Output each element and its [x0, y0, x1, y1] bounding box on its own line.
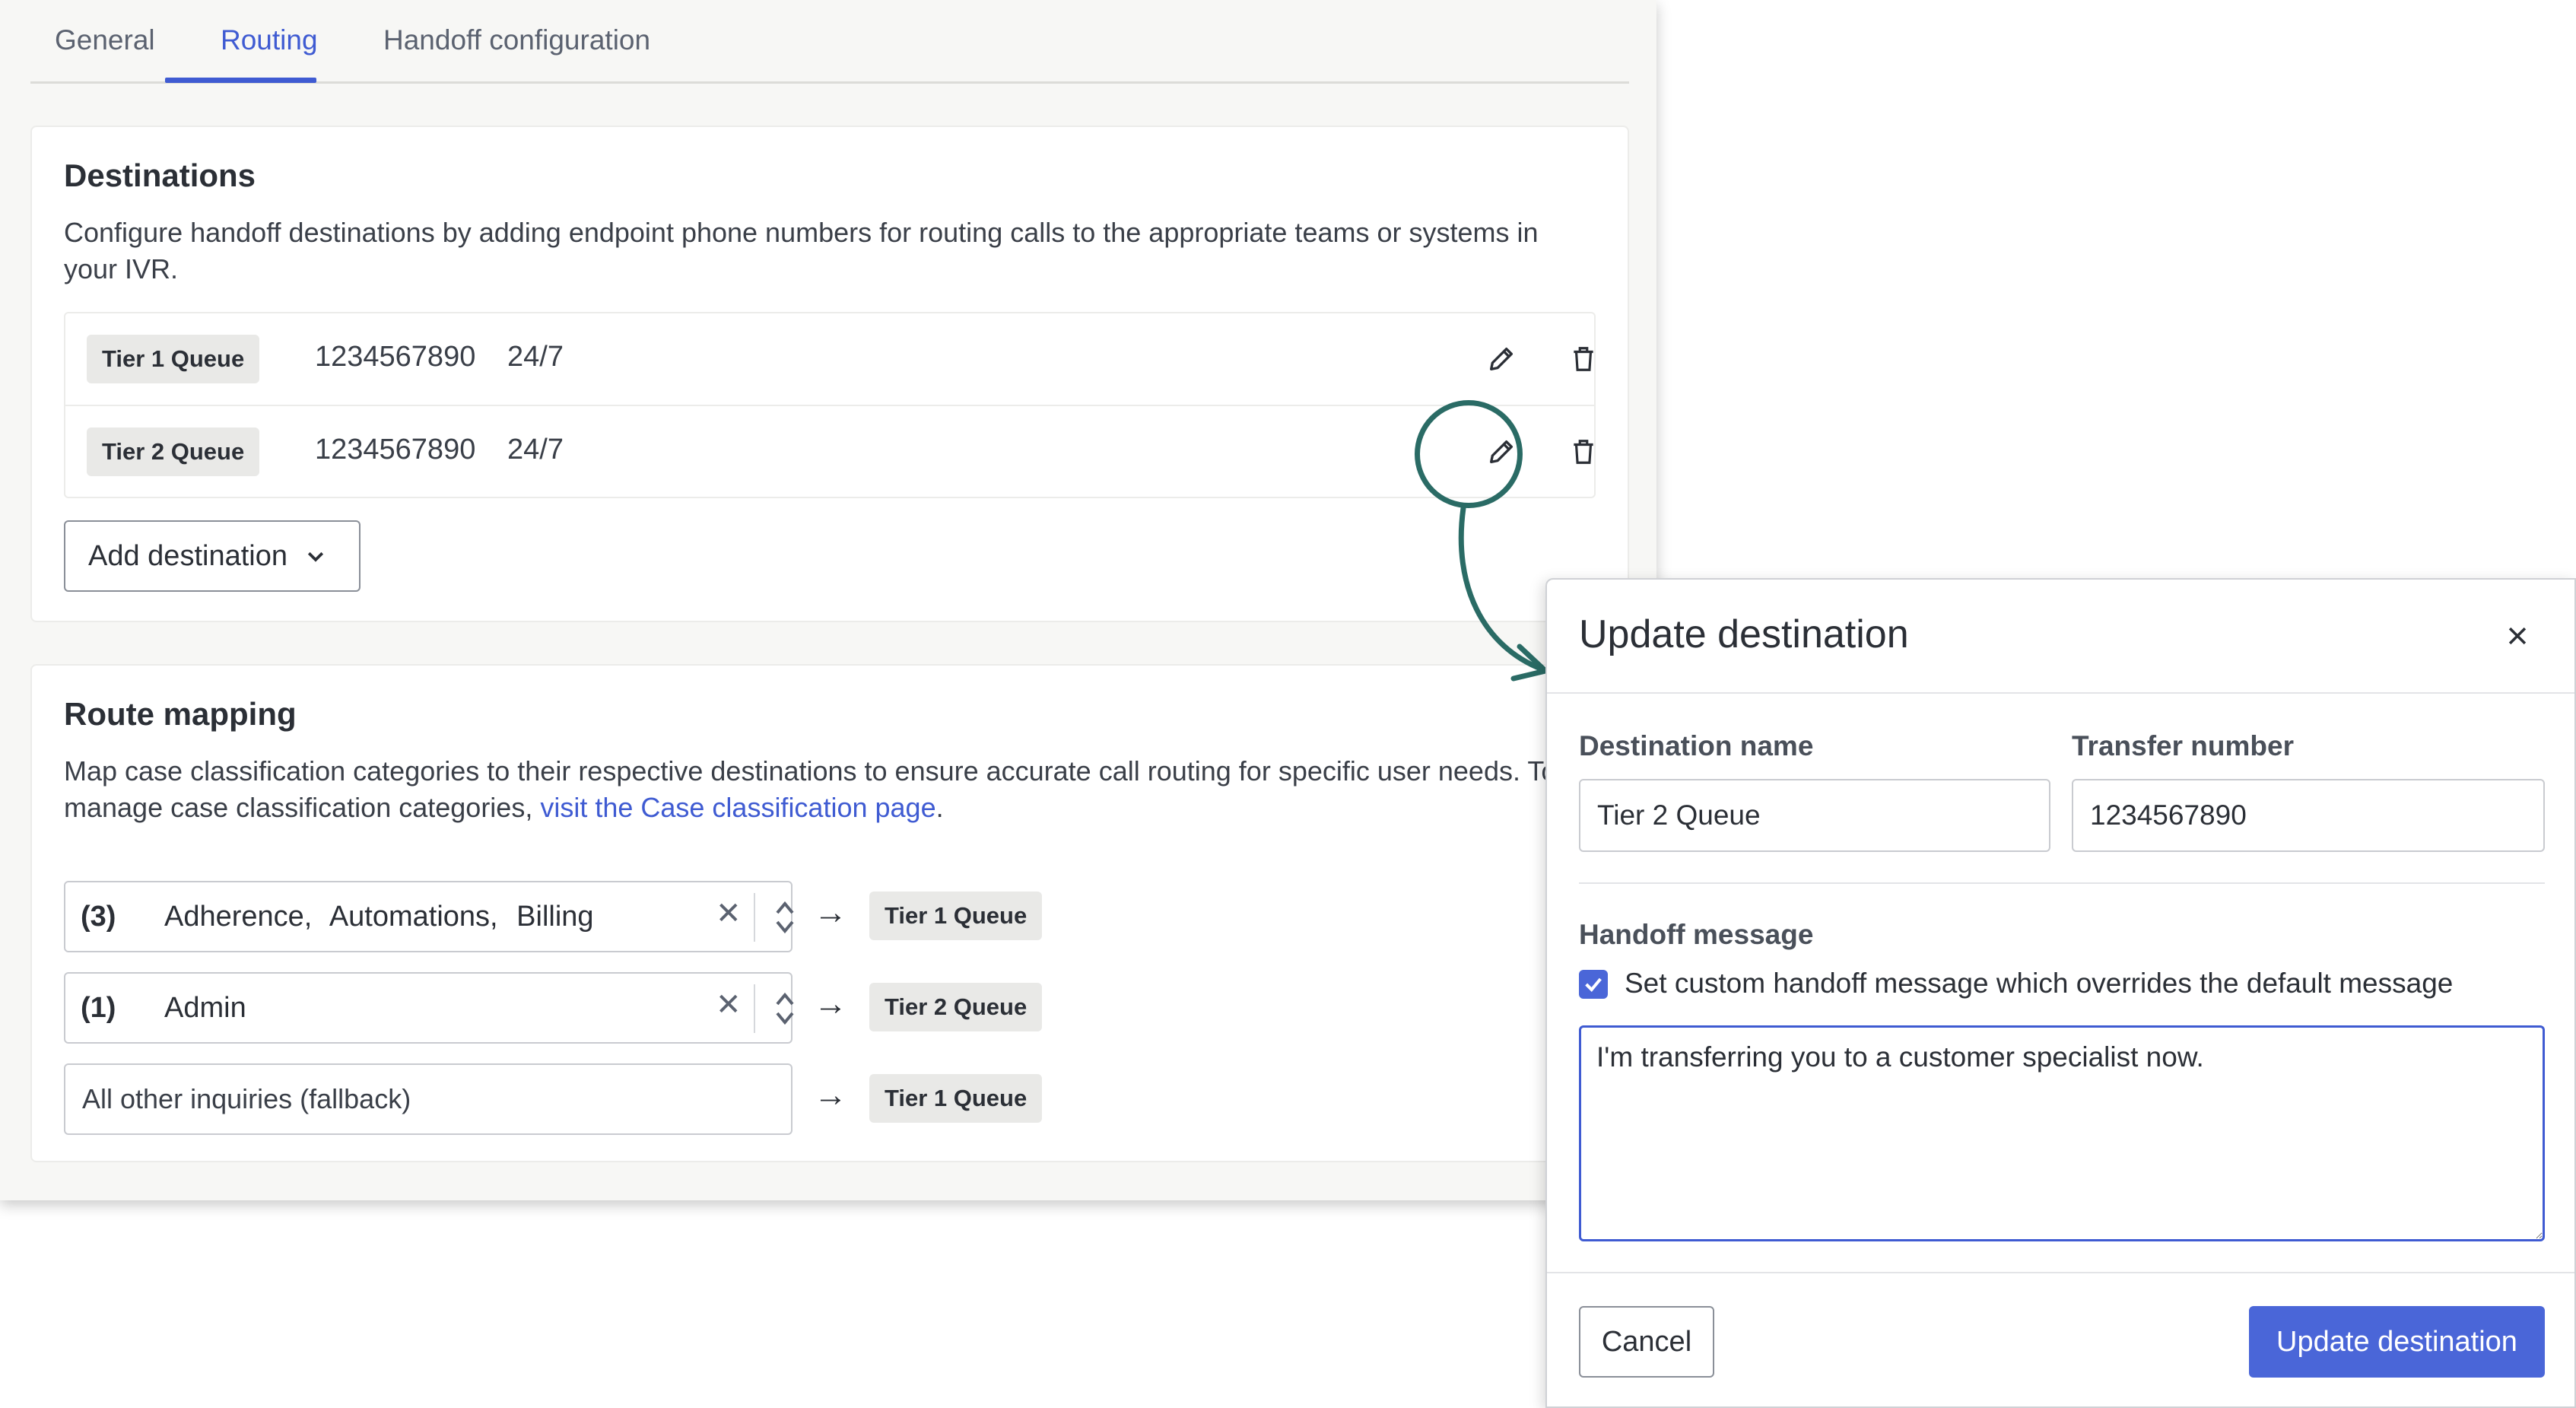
selected-categories: Admin	[164, 992, 246, 1024]
destination-hours: 24/7	[507, 434, 564, 466]
arrow-right-icon: →	[814, 1076, 847, 1114]
update-destination-button[interactable]: Update destination	[2249, 1306, 2545, 1378]
category-multiselect[interactable]: (1) Admin ✕	[64, 972, 794, 1044]
arrow-right-icon: →	[814, 894, 847, 931]
custom-message-checkbox[interactable]	[1579, 970, 1608, 999]
destination-number: 1234567890	[315, 341, 476, 373]
delete-destination-button[interactable]	[1561, 429, 1606, 475]
destination-name-input[interactable]	[1579, 779, 2050, 852]
tab-bar: General Routing Handoff configuration	[30, 0, 1629, 84]
destinations-card: Destinations Configure handoff destinati…	[30, 126, 1629, 622]
destination-name-tag: Tier 2 Queue	[87, 427, 260, 476]
chevron-up-down-icon[interactable]	[774, 987, 796, 1034]
trash-icon	[1574, 440, 1593, 464]
trash-icon	[1574, 347, 1593, 371]
mapped-destination-tag: Tier 2 Queue	[869, 983, 1043, 1031]
fallback-field: All other inquiries (fallback)	[64, 1063, 792, 1135]
handoff-message-textarea[interactable]: I'm transferring you to a customer speci…	[1579, 1025, 2545, 1241]
destination-list: Tier 1 Queue 1234567890 24/7 Tier 2 Queu…	[64, 312, 1596, 498]
cancel-button[interactable]: Cancel	[1579, 1306, 1714, 1378]
chevron-down-icon	[307, 551, 324, 562]
arrow-right-icon: →	[814, 985, 847, 1022]
route-mapping-description: Map case classification categories to th…	[64, 755, 1557, 823]
routing-settings-panel: General Routing Handoff configuration De…	[0, 0, 1656, 1200]
add-destination-button[interactable]: Add destination	[64, 520, 361, 592]
route-mapping-card: Route mapping Map case classification ca…	[30, 664, 1629, 1162]
destination-hours: 24/7	[507, 341, 564, 373]
mapped-destination-tag: Tier 1 Queue	[869, 892, 1043, 940]
handoff-message-label: Handoff message	[1579, 919, 1814, 950]
delete-destination-button[interactable]	[1561, 336, 1606, 382]
destination-row: Tier 2 Queue 1234567890 24/7	[65, 406, 1594, 499]
add-destination-label: Add destination	[88, 539, 287, 572]
destination-name-label: Destination name	[1579, 730, 1814, 761]
destination-row: Tier 1 Queue 1234567890 24/7	[65, 313, 1594, 406]
selected-categories: Adherence, Automations, Billing	[164, 901, 594, 933]
destinations-title: Destinations	[64, 157, 256, 193]
active-tab-indicator	[165, 78, 316, 83]
category-multiselect[interactable]: (3) Adherence, Automations, Billing ✕	[64, 881, 794, 952]
clear-icon[interactable]: ✕	[716, 987, 742, 1022]
divider	[754, 893, 755, 942]
pencil-icon	[1490, 348, 1513, 370]
edit-destination-button[interactable]	[1479, 336, 1524, 382]
update-destination-dialog: Update destination Destination name Tran…	[1545, 578, 2576, 1408]
divider	[754, 984, 755, 1033]
clear-icon[interactable]: ✕	[716, 896, 742, 931]
divider	[1547, 1272, 2574, 1273]
close-icon[interactable]	[2496, 615, 2539, 657]
divider	[1579, 882, 2545, 884]
checkmark-icon	[1585, 977, 1602, 993]
destination-name-tag: Tier 1 Queue	[87, 335, 260, 383]
chevron-up-down-icon[interactable]	[774, 896, 796, 942]
route-mapping-title: Route mapping	[64, 696, 297, 732]
tab-general[interactable]: General	[55, 24, 155, 56]
highlight-ring	[1415, 400, 1523, 508]
dialog-title: Update destination	[1579, 612, 1909, 656]
divider	[1547, 692, 2574, 694]
selected-count: (3)	[81, 901, 116, 933]
transfer-number-label: Transfer number	[2072, 730, 2294, 761]
destination-number: 1234567890	[315, 434, 476, 466]
tab-routing[interactable]: Routing	[221, 24, 318, 56]
mapped-destination-tag: Tier 1 Queue	[869, 1074, 1043, 1123]
transfer-number-input[interactable]	[2072, 779, 2545, 852]
custom-message-checkbox-label: Set custom handoff message which overrid…	[1625, 968, 2454, 999]
destinations-description: Configure handoff destinations by adding…	[64, 217, 1539, 284]
case-classification-link[interactable]: visit the Case classification page	[540, 792, 935, 823]
tab-handoff-configuration[interactable]: Handoff configuration	[383, 24, 650, 56]
selected-count: (1)	[81, 992, 116, 1024]
